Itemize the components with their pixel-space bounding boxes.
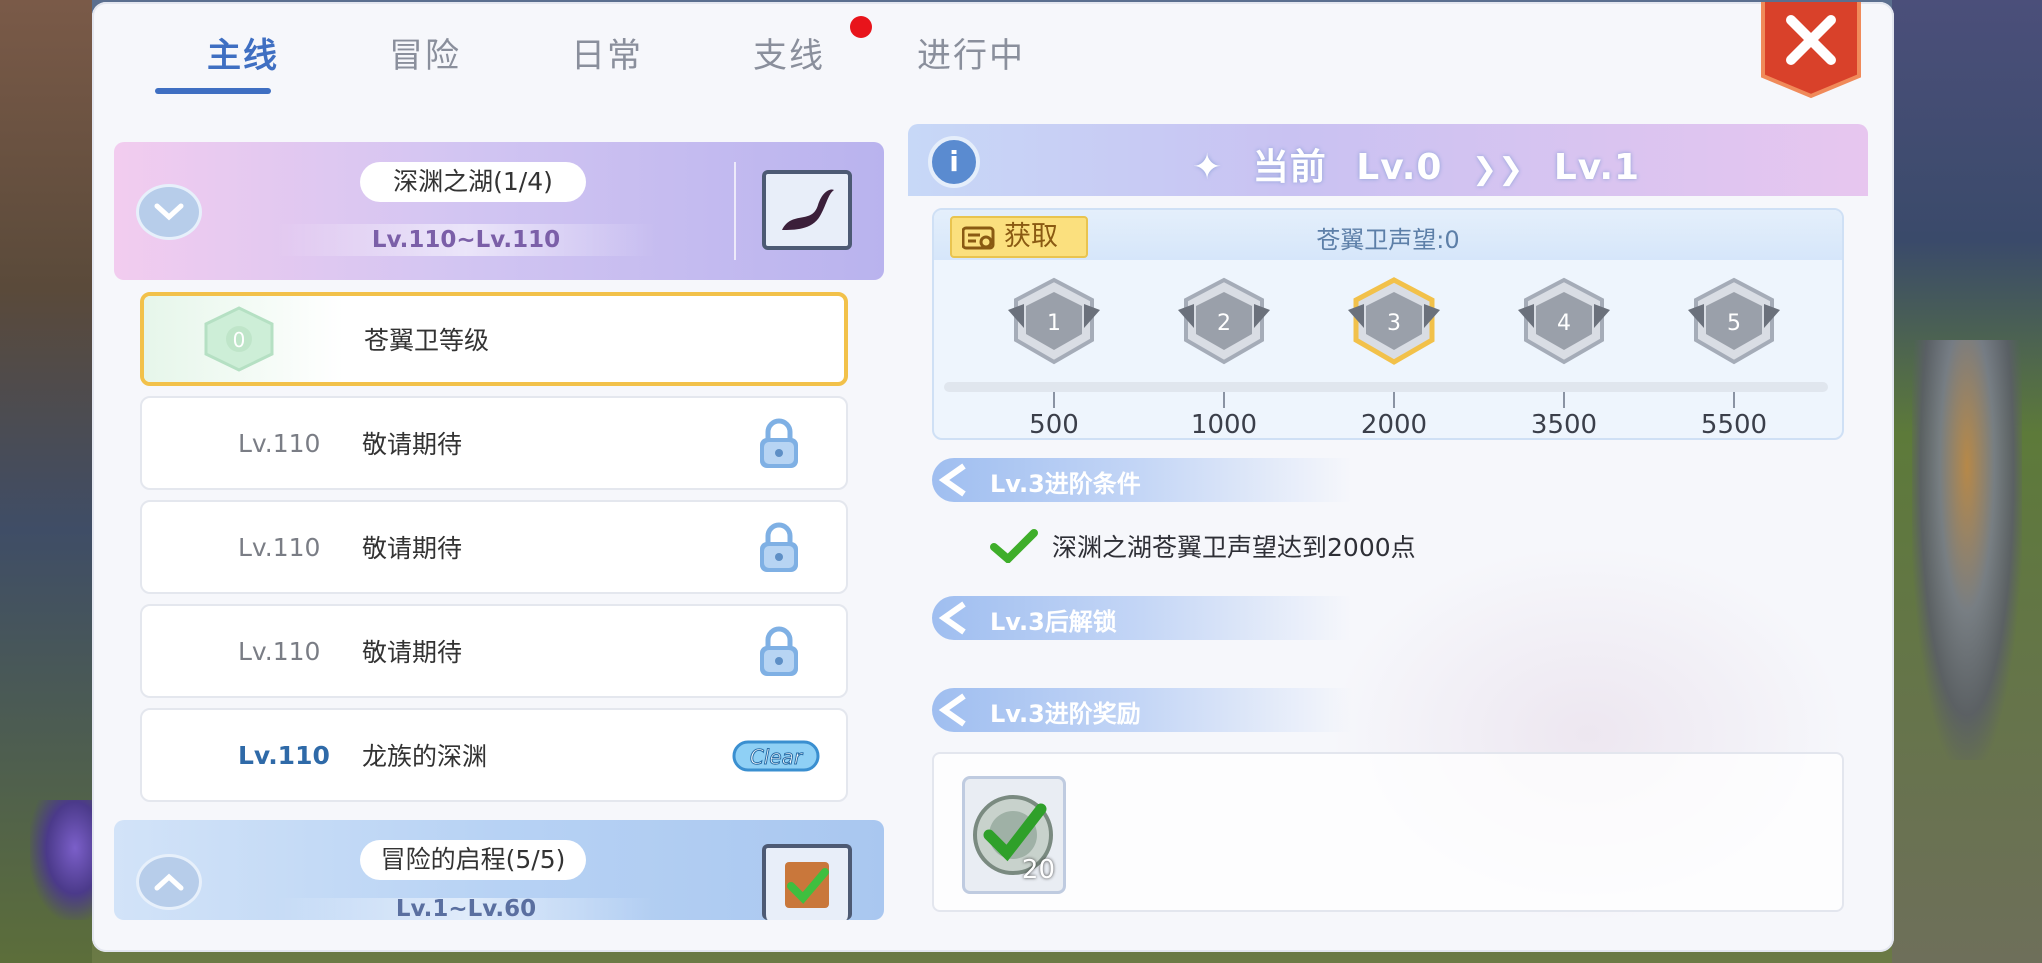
- tier-tick: [1393, 392, 1395, 408]
- reward-item[interactable]: 20: [962, 776, 1066, 894]
- chapter-name: 冒险的启程(5/5): [360, 840, 586, 880]
- quest-name: 敬请期待: [362, 638, 463, 667]
- quest-item[interactable]: Lv.110 敬请期待: [140, 500, 848, 594]
- tier-tick: [1563, 392, 1565, 408]
- quest-level: Lv.110: [238, 428, 321, 458]
- tier-tick: [1223, 392, 1225, 408]
- tier-points: 1000: [1190, 410, 1258, 440]
- quest-badge-area: 0: [144, 296, 344, 382]
- tab-daily[interactable]: 日常: [516, 30, 698, 94]
- quest-name: 龙族的深渊: [362, 742, 488, 771]
- section-arrow-icon: [938, 601, 966, 635]
- tier-points: 3500: [1530, 410, 1598, 440]
- rank-badge-icon: 0: [204, 306, 274, 372]
- quest-item[interactable]: Lv.110 敬请期待: [140, 396, 848, 490]
- svg-text:4: 4: [1557, 311, 1571, 336]
- chapter-level-range: Lv.1~Lv.60: [276, 898, 656, 920]
- quest-list: 深渊之湖(1/4) Lv.110~Lv.110 0 苍翼卫等级 Lv.110 敬: [114, 142, 884, 942]
- divider: [734, 162, 736, 260]
- chapter-level-range: Lv.110~Lv.110: [276, 224, 656, 256]
- tab-adventure[interactable]: 冒险: [334, 30, 516, 94]
- tier-points: 2000: [1360, 410, 1428, 440]
- tier-points: 500: [1029, 410, 1079, 440]
- get-button[interactable]: 获取: [950, 216, 1088, 258]
- quest-name: 敬请期待: [362, 534, 463, 563]
- reputation-track: [944, 382, 1828, 392]
- tab-side[interactable]: 支线: [698, 16, 880, 94]
- svg-text:Clear: Clear: [750, 745, 804, 769]
- tier-4-icon[interactable]: 4: [1512, 274, 1616, 370]
- tab-bar: 主线 冒险 日常 支线 进行中: [152, 16, 1062, 100]
- quest-name: 苍翼卫等级: [364, 326, 490, 355]
- ticket-icon: [962, 226, 995, 250]
- tier-tick: [1733, 392, 1735, 408]
- tier-5-icon[interactable]: 5: [1682, 274, 1786, 370]
- section-unlocks: Lv.3后解锁: [932, 596, 1352, 640]
- quest-level: Lv.110: [238, 532, 321, 562]
- svg-text:5: 5: [1727, 311, 1741, 336]
- quest-name: 敬请期待: [362, 430, 463, 459]
- tier-points: 5500: [1700, 410, 1768, 440]
- detail-pane: i ✦ 当前 Lv.0 ❯❯ Lv.1 苍翼卫声望:0 获取 1 2 3 4 5…: [908, 124, 1868, 934]
- lock-icon: [760, 626, 798, 676]
- close-button[interactable]: [1757, 2, 1865, 100]
- level-progress: ✦ 当前 Lv.0 ❯❯ Lv.1: [1192, 147, 1641, 188]
- chevron-down-icon: [154, 203, 184, 221]
- quest-item[interactable]: Lv.110 敬请期待: [140, 604, 848, 698]
- notification-dot: [850, 16, 872, 38]
- section-arrow-icon: [938, 693, 966, 727]
- reputation-header: 苍翼卫声望:0 获取: [934, 210, 1842, 260]
- lock-icon: [760, 522, 798, 572]
- reputation-panel: 苍翼卫声望:0 获取 1 2 3 4 5 500 1000 2000 3500 …: [932, 208, 1844, 440]
- checkmark-icon: [990, 529, 1038, 563]
- quest-item-cleared[interactable]: Lv.110 龙族的深渊 Clear: [140, 708, 848, 802]
- tentacle-icon: [782, 189, 834, 230]
- quest-panel: 主线 冒险 日常 支线 进行中 深渊之湖(1/4) Lv.110~Lv.110: [92, 2, 1894, 952]
- svg-text:2: 2: [1217, 311, 1231, 336]
- expand-button[interactable]: [136, 854, 202, 910]
- chapter-icon: [762, 844, 852, 920]
- lock-icon: [760, 418, 798, 468]
- svg-text:3: 3: [1387, 311, 1401, 336]
- tab-in-progress[interactable]: 进行中: [880, 30, 1062, 94]
- reward-quantity: 20: [1021, 855, 1055, 885]
- chapter-icon: [762, 170, 852, 250]
- chapter-name: 深渊之湖(1/4): [360, 162, 586, 202]
- chevron-up-icon: [154, 873, 184, 891]
- reward-panel: 20: [932, 752, 1844, 912]
- chapter-header[interactable]: 深渊之湖(1/4) Lv.110~Lv.110: [114, 142, 884, 280]
- chapter-header[interactable]: 冒险的启程(5/5) Lv.1~Lv.60: [114, 820, 884, 920]
- info-icon[interactable]: i: [928, 136, 980, 188]
- tier-3-icon[interactable]: 3: [1342, 274, 1446, 370]
- condition-text: 深渊之湖苍翼卫声望达到2000点: [1052, 533, 1416, 562]
- svg-text:0: 0: [233, 328, 246, 352]
- svg-text:1: 1: [1047, 311, 1061, 336]
- game-character: [1912, 340, 2022, 760]
- tier-2-icon[interactable]: 2: [1172, 274, 1276, 370]
- check-scroll-icon: [785, 862, 829, 908]
- quest-level: Lv.110: [238, 740, 330, 770]
- condition-row: 深渊之湖苍翼卫声望达到2000点: [990, 528, 1416, 564]
- tier-1-icon[interactable]: 1: [1002, 274, 1106, 370]
- double-chevron-icon: ❯❯: [1472, 152, 1525, 187]
- close-icon: [1761, 2, 1861, 99]
- tier-tick: [1053, 392, 1055, 408]
- quest-level: Lv.110: [238, 636, 321, 666]
- tab-main[interactable]: 主线: [152, 30, 334, 94]
- section-arrow-icon: [938, 463, 966, 497]
- level-header: i ✦ 当前 Lv.0 ❯❯ Lv.1: [908, 124, 1868, 196]
- section-rewards: Lv.3进阶奖励: [932, 688, 1352, 732]
- collapse-button[interactable]: [136, 184, 202, 240]
- clear-badge: Clear: [732, 740, 820, 772]
- section-conditions: Lv.3进阶条件: [932, 458, 1352, 502]
- quest-item-selected[interactable]: 0 苍翼卫等级: [140, 292, 848, 386]
